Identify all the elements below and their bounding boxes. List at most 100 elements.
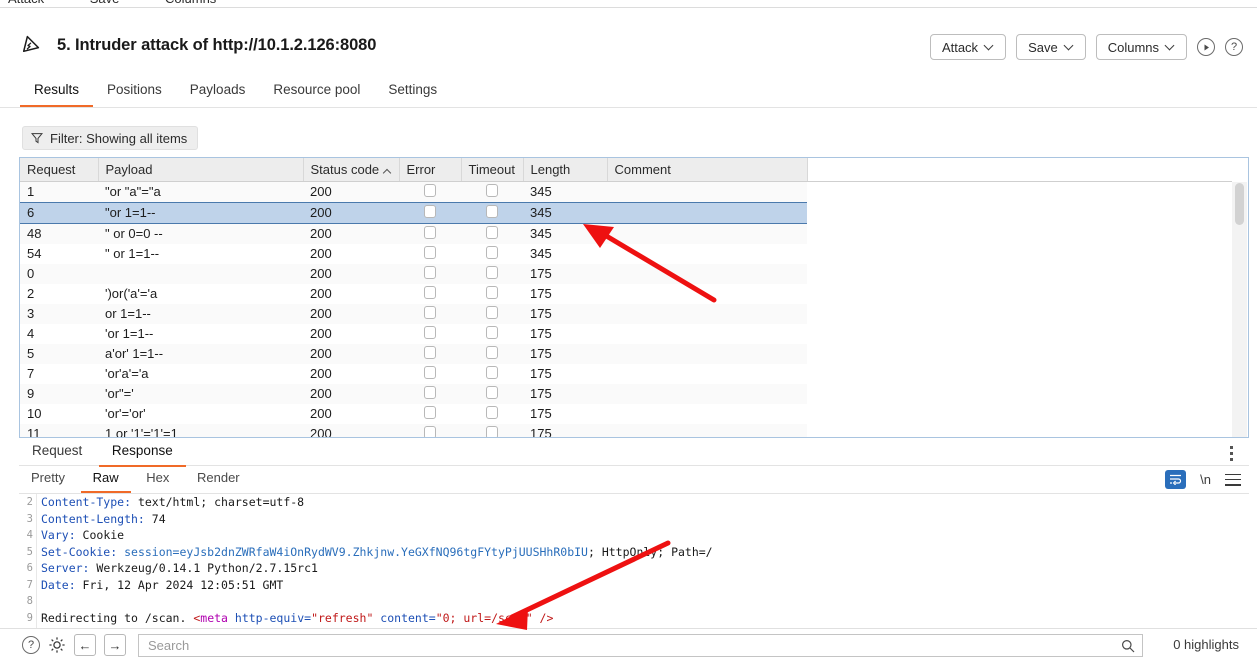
cell-timeout[interactable] bbox=[461, 181, 523, 202]
column-header-request[interactable]: Request bbox=[20, 158, 99, 182]
cell-timeout-checkbox[interactable] bbox=[486, 365, 498, 379]
cell-timeout-checkbox[interactable] bbox=[486, 345, 498, 359]
results-table-scrollbar[interactable] bbox=[1232, 182, 1247, 437]
cell-timeout-checkbox[interactable] bbox=[486, 285, 498, 299]
table-row[interactable]: 7'or'a'='a 200 175 bbox=[20, 363, 1232, 384]
table-row[interactable]: 1 "or "a"="a 200 345 bbox=[20, 181, 1232, 202]
table-row[interactable]: 2 ')or('a'='a 200 175 bbox=[20, 283, 1232, 304]
question-circle-icon[interactable]: ? bbox=[22, 636, 40, 654]
cell-error-checkbox[interactable] bbox=[424, 265, 436, 279]
cell-timeout-checkbox[interactable] bbox=[486, 245, 498, 259]
cell-timeout[interactable] bbox=[461, 263, 523, 284]
table-row[interactable]: 3 or 1=1-- 200 175 bbox=[20, 303, 1232, 324]
cell-error-checkbox[interactable] bbox=[424, 245, 436, 259]
table-row[interactable]: 4'or 1=1-- 200 175 bbox=[20, 323, 1232, 344]
cell-error-checkbox[interactable] bbox=[424, 183, 436, 197]
table-row[interactable]: 9'or"=' 200 175 bbox=[20, 383, 1232, 404]
tab-pretty[interactable]: Pretty bbox=[19, 468, 77, 493]
cell-timeout-checkbox[interactable] bbox=[486, 265, 498, 279]
cell-error[interactable] bbox=[399, 243, 461, 264]
tab-payloads[interactable]: Payloads bbox=[176, 78, 260, 107]
cell-error-checkbox[interactable] bbox=[424, 405, 436, 419]
cell-error-checkbox[interactable] bbox=[424, 425, 436, 437]
table-row[interactable]: 5 a'or' 1=1-- 200 175 bbox=[20, 343, 1232, 364]
play-circle-icon[interactable] bbox=[1197, 38, 1215, 56]
cell-timeout-checkbox[interactable] bbox=[486, 405, 498, 419]
tab-results[interactable]: Results bbox=[20, 78, 94, 107]
cell-timeout-checkbox[interactable] bbox=[486, 305, 498, 319]
cutoff-menu-item-columns[interactable]: Columns bbox=[165, 0, 216, 6]
cell-timeout-checkbox[interactable] bbox=[486, 425, 498, 437]
cell-timeout-checkbox[interactable] bbox=[486, 225, 498, 239]
cell-timeout[interactable] bbox=[461, 363, 523, 384]
cell-error-checkbox[interactable] bbox=[424, 325, 436, 339]
tab-positions[interactable]: Positions bbox=[93, 78, 176, 107]
save-button[interactable]: Save bbox=[1016, 34, 1086, 60]
table-row[interactable]: 0 200 175 bbox=[20, 263, 1232, 284]
cell-error[interactable] bbox=[399, 201, 461, 224]
tab-response[interactable]: Response bbox=[98, 439, 186, 467]
cell-error-checkbox[interactable] bbox=[424, 305, 436, 319]
cell-error-checkbox[interactable] bbox=[424, 345, 436, 359]
cell-timeout[interactable] bbox=[461, 223, 523, 244]
results-table-scrollbar-thumb[interactable] bbox=[1235, 183, 1244, 225]
cell-timeout[interactable] bbox=[461, 403, 523, 424]
tab-hex[interactable]: Hex bbox=[134, 468, 181, 493]
cell-timeout[interactable] bbox=[461, 201, 523, 224]
tab-settings[interactable]: Settings bbox=[374, 78, 451, 107]
attack-results-table[interactable]: Request Payload Status code Error Timeou… bbox=[19, 157, 1249, 438]
search-field-wrapper[interactable] bbox=[138, 634, 1143, 657]
cell-error[interactable] bbox=[399, 323, 461, 344]
cell-error-checkbox[interactable] bbox=[424, 204, 436, 218]
arrow-right-icon[interactable]: → bbox=[104, 634, 126, 656]
table-row[interactable]: 48 " or 0=0 -- 200 345 bbox=[20, 223, 1232, 244]
cell-error[interactable] bbox=[399, 223, 461, 244]
cutoff-menu-item-attack[interactable]: Attack bbox=[8, 0, 44, 6]
filter-bar[interactable]: Filter: Showing all items bbox=[22, 126, 199, 150]
cell-error[interactable] bbox=[399, 283, 461, 304]
response-raw-viewer[interactable]: 2 3 4 5 6 7 8 9 Content-Type: text/html; charse… bbox=[19, 494, 1249, 628]
column-header-comment[interactable]: Comment bbox=[607, 158, 808, 182]
gear-icon[interactable] bbox=[48, 636, 66, 654]
cell-timeout[interactable] bbox=[461, 303, 523, 324]
show-newlines-icon[interactable]: \n bbox=[1200, 472, 1211, 487]
cell-timeout[interactable] bbox=[461, 383, 523, 404]
cell-error-checkbox[interactable] bbox=[424, 385, 436, 399]
column-header-payload[interactable]: Payload bbox=[98, 158, 304, 182]
column-header-timeout[interactable]: Timeout bbox=[461, 158, 524, 182]
cell-error[interactable] bbox=[399, 343, 461, 364]
cell-error[interactable] bbox=[399, 303, 461, 324]
cell-timeout-checkbox[interactable] bbox=[486, 385, 498, 399]
cell-error[interactable] bbox=[399, 403, 461, 424]
editor-menu-icon[interactable] bbox=[1225, 473, 1241, 486]
cell-error[interactable] bbox=[399, 181, 461, 202]
columns-button[interactable]: Columns bbox=[1095, 34, 1187, 60]
tab-resource-pool[interactable]: Resource pool bbox=[259, 78, 374, 107]
cell-timeout[interactable] bbox=[461, 423, 523, 437]
tab-render[interactable]: Render bbox=[185, 468, 252, 493]
cell-timeout-checkbox[interactable] bbox=[486, 204, 498, 218]
cell-error-checkbox[interactable] bbox=[424, 285, 436, 299]
table-row[interactable]: 10'or'='or' 200 175 bbox=[20, 403, 1232, 424]
search-input[interactable] bbox=[146, 635, 1106, 656]
cell-error[interactable] bbox=[399, 363, 461, 384]
cell-error[interactable] bbox=[399, 423, 461, 437]
column-header-length[interactable]: Length bbox=[523, 158, 608, 182]
table-row[interactable]: 54 " or 1=1-- 200 345 bbox=[20, 243, 1232, 264]
word-wrap-icon[interactable] bbox=[1165, 470, 1187, 489]
arrow-left-icon[interactable]: ← bbox=[74, 634, 96, 656]
cutoff-menu-item-save[interactable]: Save bbox=[90, 0, 120, 6]
table-row[interactable]: 6 "or 1=1-- 200 345 bbox=[20, 201, 1232, 224]
question-circle-icon[interactable]: ? bbox=[1225, 38, 1243, 56]
column-header-error[interactable]: Error bbox=[399, 158, 462, 182]
cell-error-checkbox[interactable] bbox=[424, 365, 436, 379]
cell-timeout[interactable] bbox=[461, 283, 523, 304]
cell-timeout-checkbox[interactable] bbox=[486, 183, 498, 197]
magnifier-icon[interactable] bbox=[1121, 639, 1135, 653]
column-header-status-code[interactable]: Status code bbox=[303, 158, 400, 182]
cell-timeout[interactable] bbox=[461, 323, 523, 344]
cell-timeout[interactable] bbox=[461, 343, 523, 364]
table-row[interactable]: 11 1 or '1'='1'=1 200 175 bbox=[20, 423, 1232, 437]
cell-timeout[interactable] bbox=[461, 243, 523, 264]
cell-timeout-checkbox[interactable] bbox=[486, 325, 498, 339]
